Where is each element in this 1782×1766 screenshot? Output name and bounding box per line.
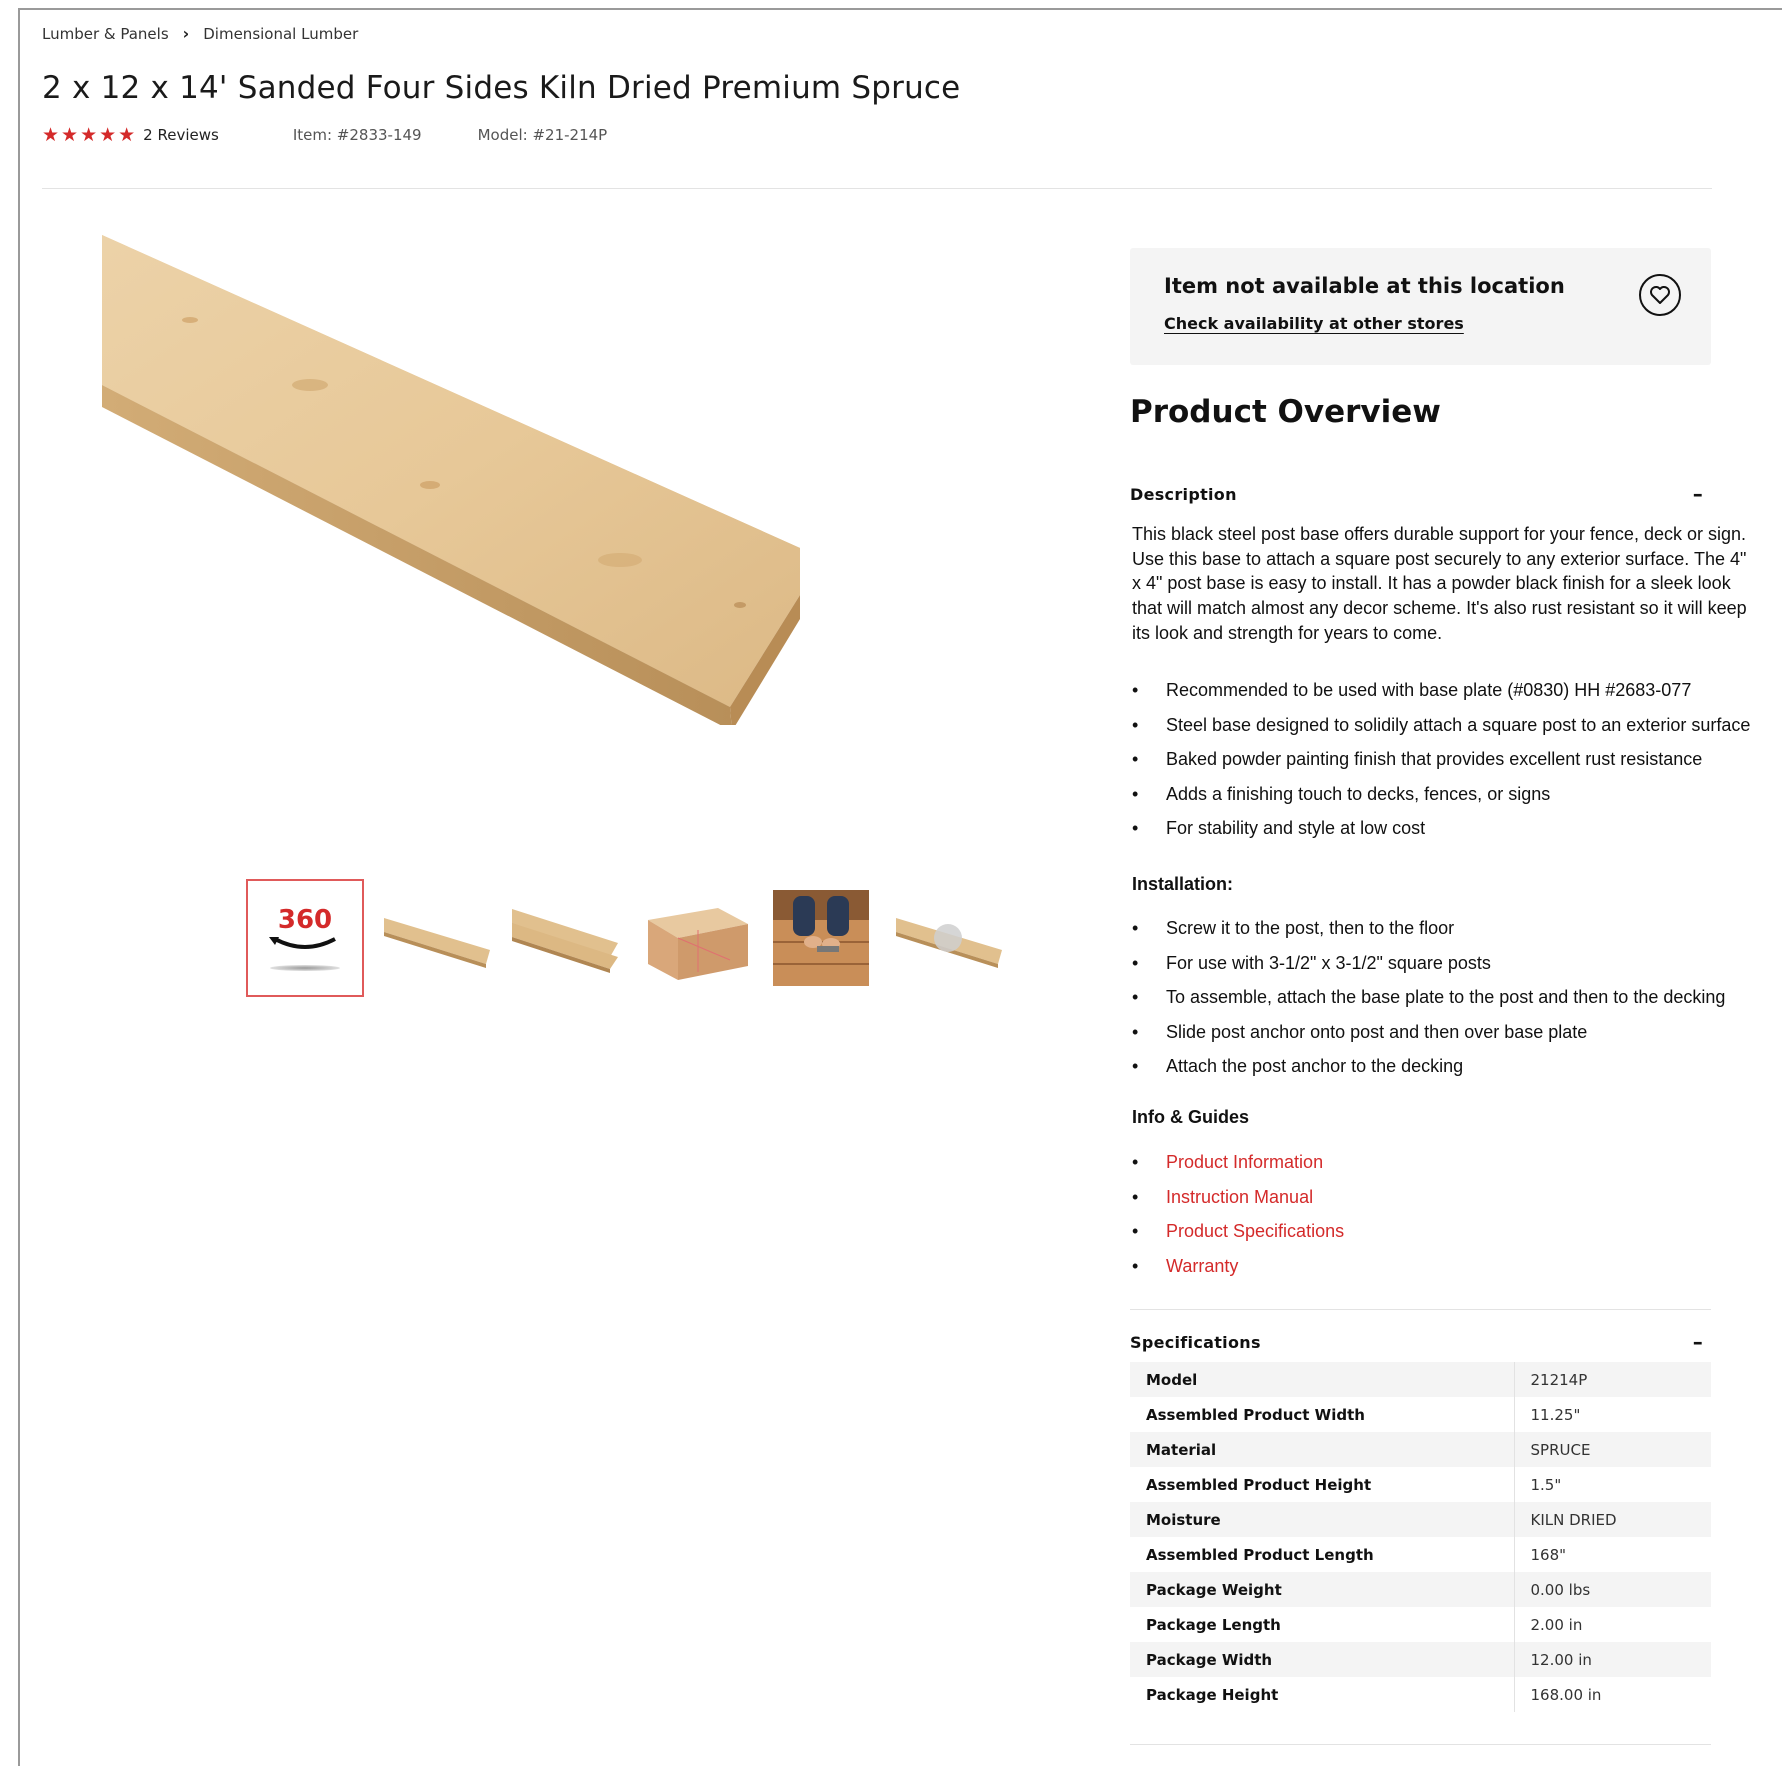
specifications-divider <box>1130 1309 1711 1310</box>
breadcrumb-dimensional-lumber[interactable]: Dimensional Lumber <box>203 25 358 43</box>
product-title: 2 x 12 x 14' Sanded Four Sides Kiln Drie… <box>42 70 961 106</box>
installation-item: Screw it to the post, then to the floor <box>1132 911 1772 946</box>
spec-value: 11.25" <box>1530 1405 1581 1424</box>
table-row: Assembled Product Length 168" <box>1130 1537 1711 1572</box>
specifications-heading: Specifications <box>1130 1332 1261 1352</box>
table-row: Package Weight 0.00 lbs <box>1130 1572 1711 1607</box>
thumb-board-video[interactable] <box>894 888 1004 988</box>
spec-key: Assembled Product Length <box>1130 1537 1515 1572</box>
360-label: 360 <box>277 905 333 935</box>
wishlist-button[interactable] <box>1639 274 1681 316</box>
collapse-icon[interactable]: – <box>1693 1330 1703 1354</box>
instruction-manual-link[interactable]: Instruction Manual <box>1132 1180 1772 1215</box>
availability-panel: Item not available at this location Chec… <box>1130 248 1711 365</box>
play-icon <box>934 924 962 952</box>
heart-icon <box>1650 286 1670 304</box>
product-information-link[interactable]: Product Information <box>1132 1145 1772 1180</box>
spec-value: KILN DRIED <box>1514 1502 1711 1537</box>
rating-stars[interactable]: ★★★★★ <box>42 124 137 146</box>
breadcrumb-lumber-panels[interactable]: Lumber & Panels <box>42 25 169 43</box>
spec-key: Model <box>1130 1362 1515 1397</box>
table-row: Package Width 12.00 in <box>1130 1642 1711 1677</box>
installation-item: For use with 3-1/2" x 3-1/2" square post… <box>1132 946 1772 981</box>
spec-value: 168" <box>1530 1545 1567 1564</box>
thumbnail-strip: 360 <box>246 878 1004 998</box>
table-row: Model 21214P <box>1130 1362 1711 1397</box>
chevron-right-icon: › <box>182 24 190 43</box>
spec-value: 2.00 in <box>1530 1615 1583 1634</box>
specifications-table: Model 21214P Assembled Product Width 11.… <box>1130 1362 1711 1712</box>
feature-item: Baked powder painting finish that provid… <box>1132 742 1772 777</box>
warranty-link[interactable]: Warranty <box>1132 1249 1772 1284</box>
spec-value: 21214P <box>1514 1362 1711 1397</box>
thumb-board[interactable] <box>382 888 492 988</box>
feature-item: Adds a finishing touch to decks, fences,… <box>1132 777 1772 812</box>
feature-item: Steel base designed to solidily attach a… <box>1132 708 1772 743</box>
thumb-installation-photo[interactable] <box>766 888 876 988</box>
boards-stacked-thumb-image <box>512 909 618 973</box>
spec-value: 168.00 in <box>1530 1685 1602 1704</box>
board-thumb-image <box>384 918 490 968</box>
spec-key: Material <box>1130 1432 1515 1467</box>
header-divider <box>42 188 1712 189</box>
spec-key: Moisture <box>1130 1502 1515 1537</box>
item-number: Item: #2833-149 <box>292 126 422 144</box>
board-video-thumb-image <box>896 918 1002 968</box>
installation-heading: Installation: <box>1132 874 1234 894</box>
collapse-icon[interactable]: – <box>1693 482 1703 506</box>
installation-item: Attach the post anchor to the decking <box>1132 1049 1772 1084</box>
board-dimensions-thumb-image <box>648 908 748 980</box>
model-number: Model: #21-214P <box>477 126 608 144</box>
info-guides-heading: Info & Guides <box>1132 1107 1249 1127</box>
thumb-boards-stacked[interactable] <box>510 888 620 988</box>
specifications-header[interactable]: Specifications – <box>1130 1330 1711 1354</box>
thumb-board-dimensions[interactable] <box>638 888 748 988</box>
description-text: This black steel post base offers durabl… <box>1132 524 1747 643</box>
feature-item: Recommended to be used with base plate (… <box>1132 673 1772 708</box>
bottom-divider <box>1130 1744 1711 1745</box>
table-row: Package Length 2.00 in <box>1130 1607 1711 1642</box>
spec-key: Assembled Product Height <box>1130 1467 1515 1502</box>
spec-key: Package Height <box>1130 1677 1515 1712</box>
spec-value: 1.5" <box>1530 1475 1562 1494</box>
rotate-arrow-icon <box>269 937 336 949</box>
description-header[interactable]: Description – <box>1130 482 1711 506</box>
table-row: Material SPRUCE <box>1130 1432 1711 1467</box>
breadcrumb: Lumber & Panels › Dimensional Lumber <box>42 24 358 43</box>
spec-value: SPRUCE <box>1514 1432 1711 1467</box>
table-row: Assembled Product Width 11.25" <box>1130 1397 1711 1432</box>
reviews-link[interactable]: 2 Reviews <box>143 126 219 144</box>
installation-list: Screw it to the post, then to the floor … <box>1132 911 1772 1084</box>
feature-list: Recommended to be used with base plate (… <box>1132 673 1772 846</box>
product-main-image[interactable] <box>100 225 910 725</box>
spec-key: Package Width <box>1130 1642 1515 1677</box>
product-specifications-link[interactable]: Product Specifications <box>1132 1214 1772 1249</box>
spec-key: Package Weight <box>1130 1572 1515 1607</box>
product-meta: ★★★★★ 2 Reviews Item: #2833-149 Model: #… <box>42 124 607 146</box>
description-heading: Description <box>1130 484 1237 504</box>
spec-value: 0.00 lbs <box>1514 1572 1711 1607</box>
installation-item: Slide post anchor onto post and then ove… <box>1132 1015 1772 1050</box>
table-row: Moisture KILN DRIED <box>1130 1502 1711 1537</box>
availability-status: Item not available at this location <box>1164 274 1565 298</box>
spec-key: Package Length <box>1130 1607 1515 1642</box>
table-row: Assembled Product Height 1.5" <box>1130 1467 1711 1502</box>
installation-photo-thumb-image <box>773 890 869 986</box>
product-overview-title: Product Overview <box>1130 394 1441 430</box>
installation-item: To assemble, attach the base plate to th… <box>1132 980 1772 1015</box>
thumb-360-view[interactable]: 360 <box>246 879 364 997</box>
feature-item: For stability and style at low cost <box>1132 811 1772 846</box>
table-row: Package Height 168.00 in <box>1130 1677 1711 1712</box>
guides-list: Product Information Instruction Manual P… <box>1132 1145 1772 1283</box>
spec-value: 12.00 in <box>1514 1642 1711 1677</box>
check-other-stores-link[interactable]: Check availability at other stores <box>1164 314 1464 333</box>
spec-key: Assembled Product Width <box>1130 1397 1515 1432</box>
